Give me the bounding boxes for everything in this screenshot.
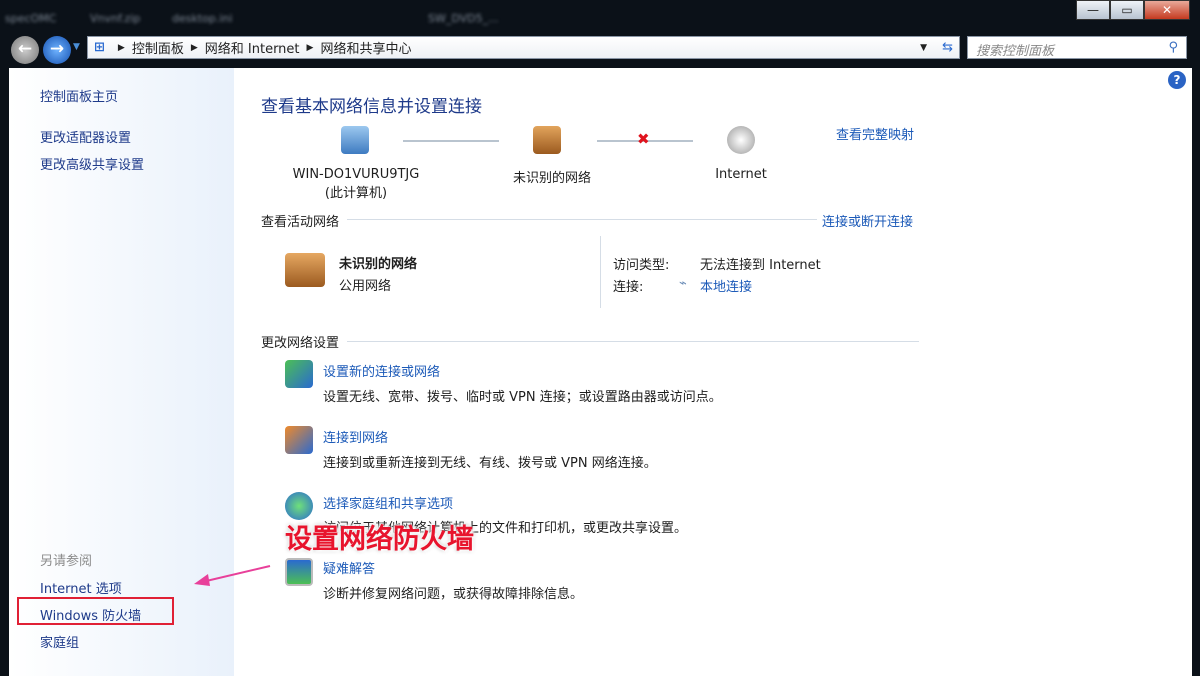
access-type-value: 无法连接到 Internet [700,258,821,273]
new-connection-icon [285,360,313,388]
sidebar-item-home[interactable]: 控制面板主页 [40,86,118,105]
task-link[interactable]: 选择家庭组和共享选项 [323,493,453,512]
desktop-icon-label: specOMC [5,12,57,25]
bench-icon [533,126,561,154]
search-input[interactable]: 搜索控制面板 ⚲ [967,36,1187,59]
recent-pages-dropdown[interactable]: ▼ [73,42,80,52]
internet-label: Internet [715,167,767,182]
computer-icon [341,126,369,154]
connect-network-icon [285,426,313,454]
disconnected-x-icon: ✖ [637,130,650,148]
page-title: 查看基本网络信息并设置连接 [261,97,482,117]
sidebar-item-homegroup[interactable]: 家庭组 [40,632,79,651]
task-link[interactable]: 疑难解答 [323,558,375,577]
address-bar[interactable]: ⊞ ▶ 控制面板 ▶ 网络和 Internet ▶ 网络和共享中心 ▼ ⇆ [87,36,960,59]
minimize-button[interactable]: — [1076,0,1110,20]
local-connection-link[interactable]: 本地连接 [700,276,752,295]
navigation-bar: ← → ▼ ⊞ ▶ 控制面板 ▶ 网络和 Internet ▶ 网络和共享中心 ▼ ⇆… [0,33,1200,65]
bench-icon [285,253,325,287]
breadcrumb-item[interactable]: 控制面板 [132,38,184,57]
desktop-icon-label: Vnvnf.zip [90,12,141,25]
sidebar-item-internet-options[interactable]: Internet 选项 [40,578,122,597]
network-label: 未识别的网络 [512,171,591,186]
annotation-arrow-icon [194,565,271,586]
address-dropdown-icon[interactable]: ▼ [920,43,927,53]
help-icon[interactable]: ? [1168,71,1186,89]
task-description: 连接到或重新连接到无线、有线、拨号或 VPN 网络连接。 [323,456,657,471]
content-area: 控制面板主页 更改适配器设置 更改高级共享设置 另请参阅 Internet 选项… [9,68,1192,676]
annotation-text: 设置网络防火墙 [285,524,474,555]
breadcrumb-item[interactable]: 网络和共享中心 [320,38,411,57]
see-also-heading: 另请参阅 [40,554,93,569]
search-icon[interactable]: ⚲ [1168,40,1178,55]
window-controls: — ▭ ✕ [1076,0,1190,20]
change-settings-heading: 更改网络设置 [261,336,340,351]
task-link[interactable]: 连接到网络 [323,427,388,446]
refresh-icon[interactable]: ⇆ [942,40,953,55]
back-button[interactable]: ← [11,36,39,64]
ethernet-icon: ⌁ [679,276,687,291]
forward-button[interactable]: → [43,36,71,64]
full-map-link[interactable]: 查看完整映射 [836,124,914,143]
task-description: 诊断并修复网络问题，或获得故障排除信息。 [323,587,584,602]
maximize-button[interactable]: ▭ [1110,0,1144,20]
sidebar-item-advanced-sharing[interactable]: 更改高级共享设置 [40,154,144,173]
breadcrumb-item[interactable]: 网络和 Internet [205,38,300,57]
desktop-icon-label: SW_DVD5_... [428,12,499,25]
control-panel-icon: ⊞ [94,40,105,55]
connection-label: 连接: [613,280,644,295]
close-button[interactable]: ✕ [1144,0,1190,20]
access-type-label: 访问类型: [613,258,670,273]
desktop-icon-label: desktop.ini [172,12,233,25]
task-description: 设置无线、宽带、拨号、临时或 VPN 连接；或设置路由器或访问点。 [323,390,722,405]
network-type-link[interactable]: 公用网络 [339,275,391,294]
homegroup-icon [285,492,313,520]
sidebar-item-adapter[interactable]: 更改适配器设置 [40,127,131,146]
globe-icon [727,126,755,154]
network-name: 未识别的网络 [339,257,418,272]
task-link[interactable]: 设置新的连接或网络 [323,361,440,380]
connect-disconnect-link[interactable]: 连接或断开连接 [822,211,913,230]
highlight-box [17,597,174,625]
troubleshoot-icon [285,558,313,586]
active-networks-heading: 查看活动网络 [261,215,340,230]
computer-label: WIN-DO1VURU9TJG (此计算机) [292,167,420,201]
